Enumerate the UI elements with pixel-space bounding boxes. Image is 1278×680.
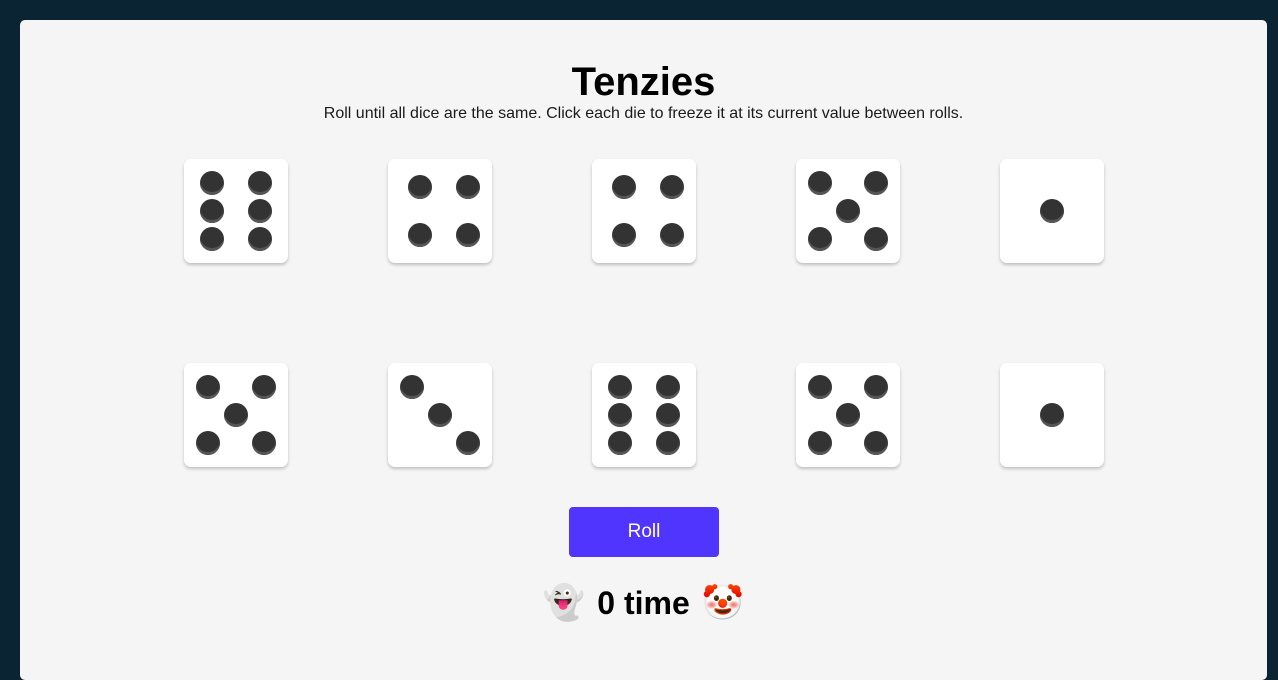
die-4[interactable] xyxy=(796,159,900,263)
die-pip xyxy=(864,431,888,455)
die-pip xyxy=(196,375,220,399)
clown-icon: 🤡 xyxy=(701,583,745,623)
page-title: Tenzies xyxy=(571,60,716,104)
die-pip xyxy=(428,403,452,427)
roll-count-text: 0 time xyxy=(597,584,690,621)
die-pip xyxy=(836,403,860,427)
die-pip xyxy=(1040,199,1064,223)
die-pip xyxy=(608,431,632,455)
die-8[interactable] xyxy=(592,363,696,467)
die-pip xyxy=(808,375,832,399)
die-pip xyxy=(864,171,888,195)
die-pip xyxy=(224,403,248,427)
die-10[interactable] xyxy=(1000,363,1104,467)
die-pip xyxy=(608,403,632,427)
die-pip xyxy=(400,375,424,399)
die-pip xyxy=(200,171,224,195)
die-pip xyxy=(660,223,684,247)
die-pip xyxy=(252,375,276,399)
die-pip xyxy=(456,175,480,199)
die-pip xyxy=(456,223,480,247)
die-pip xyxy=(1040,403,1064,427)
die-pip xyxy=(252,431,276,455)
die-pip xyxy=(656,403,680,427)
die-6[interactable] xyxy=(184,363,288,467)
die-pip xyxy=(608,375,632,399)
die-pip xyxy=(248,171,272,195)
roll-counter: 👻 0 time 🤡 xyxy=(20,581,1267,625)
die-7[interactable] xyxy=(388,363,492,467)
die-pip xyxy=(456,431,480,455)
game-board: Tenzies Roll until all dice are the same… xyxy=(20,20,1267,680)
die-2[interactable] xyxy=(388,159,492,263)
die-pip xyxy=(808,171,832,195)
roll-button[interactable]: Roll xyxy=(569,507,719,557)
ghost-icon: 👻 xyxy=(542,583,586,623)
die-pip xyxy=(808,227,832,251)
die-pip xyxy=(248,199,272,223)
die-pip xyxy=(200,227,224,251)
die-pip xyxy=(248,227,272,251)
die-pip xyxy=(612,175,636,199)
die-pip xyxy=(196,431,220,455)
die-pip xyxy=(656,431,680,455)
die-pip xyxy=(864,375,888,399)
die-3[interactable] xyxy=(592,159,696,263)
instructions-text: Roll until all dice are the same. Click … xyxy=(323,105,964,122)
die-pip xyxy=(808,431,832,455)
dice-grid xyxy=(184,159,1104,467)
die-5[interactable] xyxy=(1000,159,1104,263)
die-pip xyxy=(656,375,680,399)
die-pip xyxy=(660,175,684,199)
die-pip xyxy=(612,223,636,247)
die-pip xyxy=(408,175,432,199)
die-9[interactable] xyxy=(796,363,900,467)
die-pip xyxy=(836,199,860,223)
die-pip xyxy=(864,227,888,251)
die-pip xyxy=(200,199,224,223)
die-pip xyxy=(408,223,432,247)
die-1[interactable] xyxy=(184,159,288,263)
